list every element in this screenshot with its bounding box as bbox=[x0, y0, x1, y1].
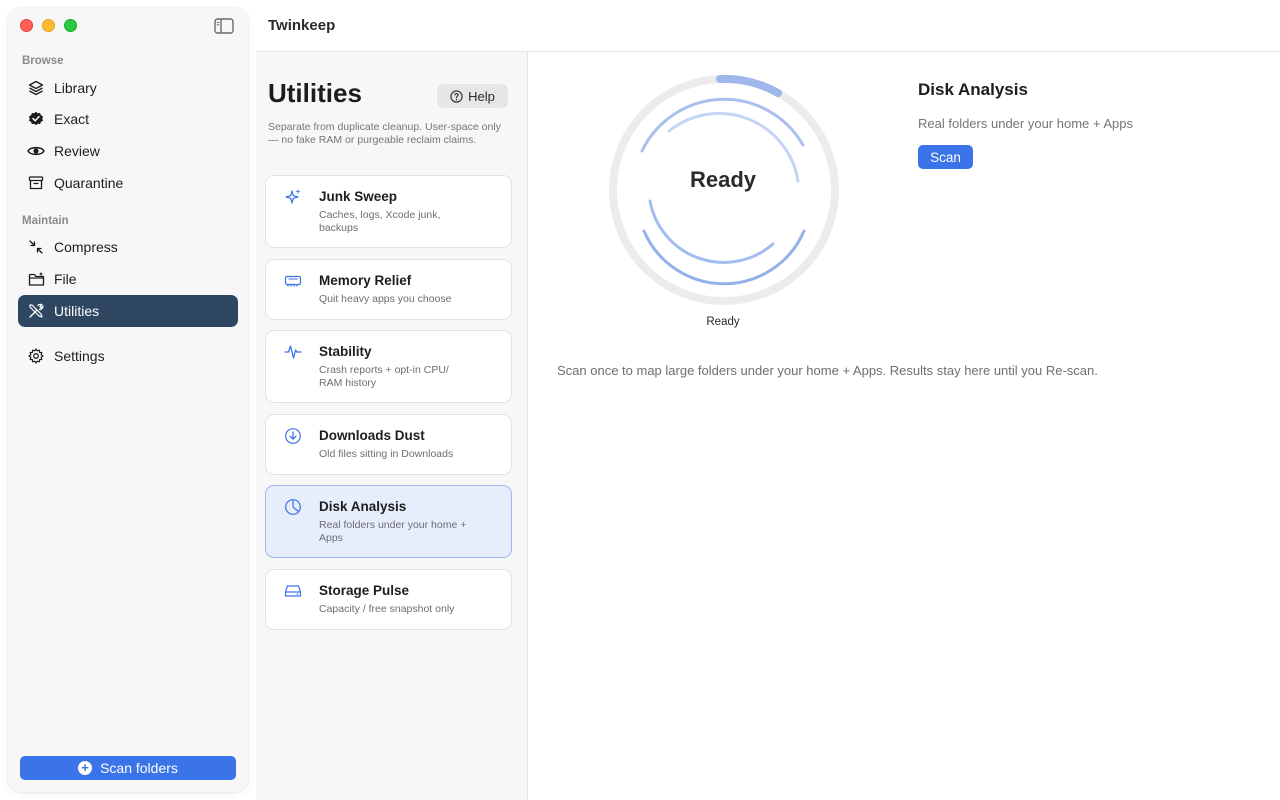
sidebar-item-utilities[interactable]: Utilities bbox=[18, 295, 238, 327]
card-description: Quit heavy apps you choose bbox=[319, 293, 452, 305]
sidebar: Browse Library Exact Review Quarantine M… bbox=[8, 8, 248, 792]
detail-subtitle: Real folders under your home + Apps bbox=[918, 116, 1133, 131]
card-title: Storage Pulse bbox=[319, 583, 410, 598]
sparkles-icon bbox=[285, 189, 301, 204]
sidebar-item-label: File bbox=[54, 271, 77, 287]
card-description: Old files sitting in Downloads bbox=[319, 448, 454, 460]
sidebar-item-label: Review bbox=[54, 143, 100, 159]
scan-folders-button[interactable]: + Scan folders bbox=[20, 756, 236, 780]
section-label-maintain: Maintain bbox=[22, 215, 69, 227]
layers-icon bbox=[27, 79, 45, 97]
sidebar-item-label: Utilities bbox=[54, 303, 100, 319]
card-title: Downloads Dust bbox=[319, 428, 425, 443]
card-title: Stability bbox=[319, 344, 372, 359]
card-stability[interactable]: Stability Crash reports + opt-in CPU/ RA… bbox=[265, 330, 512, 403]
sidebar-item-settings[interactable]: Settings bbox=[18, 341, 238, 371]
card-title: Disk Analysis bbox=[319, 499, 407, 514]
question-circle-icon bbox=[450, 89, 463, 103]
scan-status-caption: Ready bbox=[706, 316, 740, 328]
waveform-icon bbox=[284, 345, 302, 359]
drive-icon bbox=[284, 585, 302, 597]
eye-icon bbox=[27, 142, 45, 160]
card-title: Junk Sweep bbox=[319, 189, 398, 204]
sidebar-item-quarantine[interactable]: Quarantine bbox=[18, 168, 238, 198]
download-circle-icon bbox=[285, 428, 301, 444]
minimize-window-button[interactable] bbox=[42, 19, 55, 32]
card-downloads-dust[interactable]: Downloads Dust Old files sitting in Down… bbox=[265, 414, 512, 475]
window-controls bbox=[20, 19, 77, 32]
card-description: Crash reports + opt-in CPU/ RAM history bbox=[319, 364, 449, 389]
card-junk-sweep[interactable]: Junk Sweep Caches, logs, Xcode junk, bac… bbox=[265, 175, 512, 248]
scan-button[interactable]: Scan bbox=[918, 145, 973, 169]
gear-icon bbox=[27, 347, 45, 365]
compress-arrows-icon bbox=[27, 238, 45, 256]
sidebar-item-label: Settings bbox=[54, 348, 105, 364]
sidebar-item-label: Compress bbox=[54, 239, 118, 255]
scan-info-text: Scan once to map large folders under you… bbox=[557, 363, 1098, 378]
scan-status-text: Ready bbox=[689, 167, 757, 192]
archive-box-icon bbox=[27, 174, 45, 192]
card-storage-pulse[interactable]: Storage Pulse Capacity / free snapshot o… bbox=[265, 569, 512, 630]
tools-icon bbox=[27, 302, 45, 320]
memory-chip-icon bbox=[284, 275, 302, 287]
card-disk-analysis[interactable]: Disk Analysis Real folders under your ho… bbox=[265, 485, 512, 558]
sidebar-item-exact[interactable]: Exact bbox=[18, 104, 238, 134]
sidebar-item-file[interactable]: File bbox=[18, 264, 238, 294]
app-title: Twinkeep bbox=[268, 17, 336, 34]
close-window-button[interactable] bbox=[20, 19, 33, 32]
help-button[interactable]: Help bbox=[437, 84, 508, 108]
zoom-window-button[interactable] bbox=[64, 19, 77, 32]
sidebar-item-compress[interactable]: Compress bbox=[18, 232, 238, 262]
sidebar-item-label: Library bbox=[54, 80, 97, 96]
detail-title: Disk Analysis bbox=[918, 80, 1028, 99]
scan-folders-label: Scan folders bbox=[100, 760, 178, 776]
help-label: Help bbox=[468, 88, 495, 104]
sidebar-item-label: Exact bbox=[54, 111, 90, 127]
pie-chart-icon bbox=[285, 499, 301, 515]
utilities-description: Separate from duplicate cleanup. User-sp… bbox=[268, 121, 501, 146]
card-description: Caches, logs, Xcode junk, backups bbox=[319, 209, 441, 234]
card-description: Real folders under your home + Apps bbox=[319, 519, 467, 544]
sidebar-toggle-icon[interactable] bbox=[214, 18, 234, 34]
folder-icon bbox=[27, 270, 45, 288]
sidebar-item-label: Quarantine bbox=[54, 175, 124, 191]
page-title: Utilities bbox=[268, 78, 362, 108]
card-title: Memory Relief bbox=[319, 273, 412, 288]
card-description: Capacity / free snapshot only bbox=[319, 603, 455, 615]
plus-icon: + bbox=[78, 761, 93, 775]
utilities-list-panel: Utilities Help Separate from duplicate c… bbox=[256, 52, 528, 800]
sidebar-item-library[interactable]: Library bbox=[18, 73, 238, 103]
verified-badge-icon bbox=[27, 110, 45, 128]
section-label-browse: Browse bbox=[22, 55, 64, 67]
card-memory-relief[interactable]: Memory Relief Quit heavy apps you choose bbox=[265, 259, 512, 320]
sidebar-item-review[interactable]: Review bbox=[18, 136, 238, 166]
